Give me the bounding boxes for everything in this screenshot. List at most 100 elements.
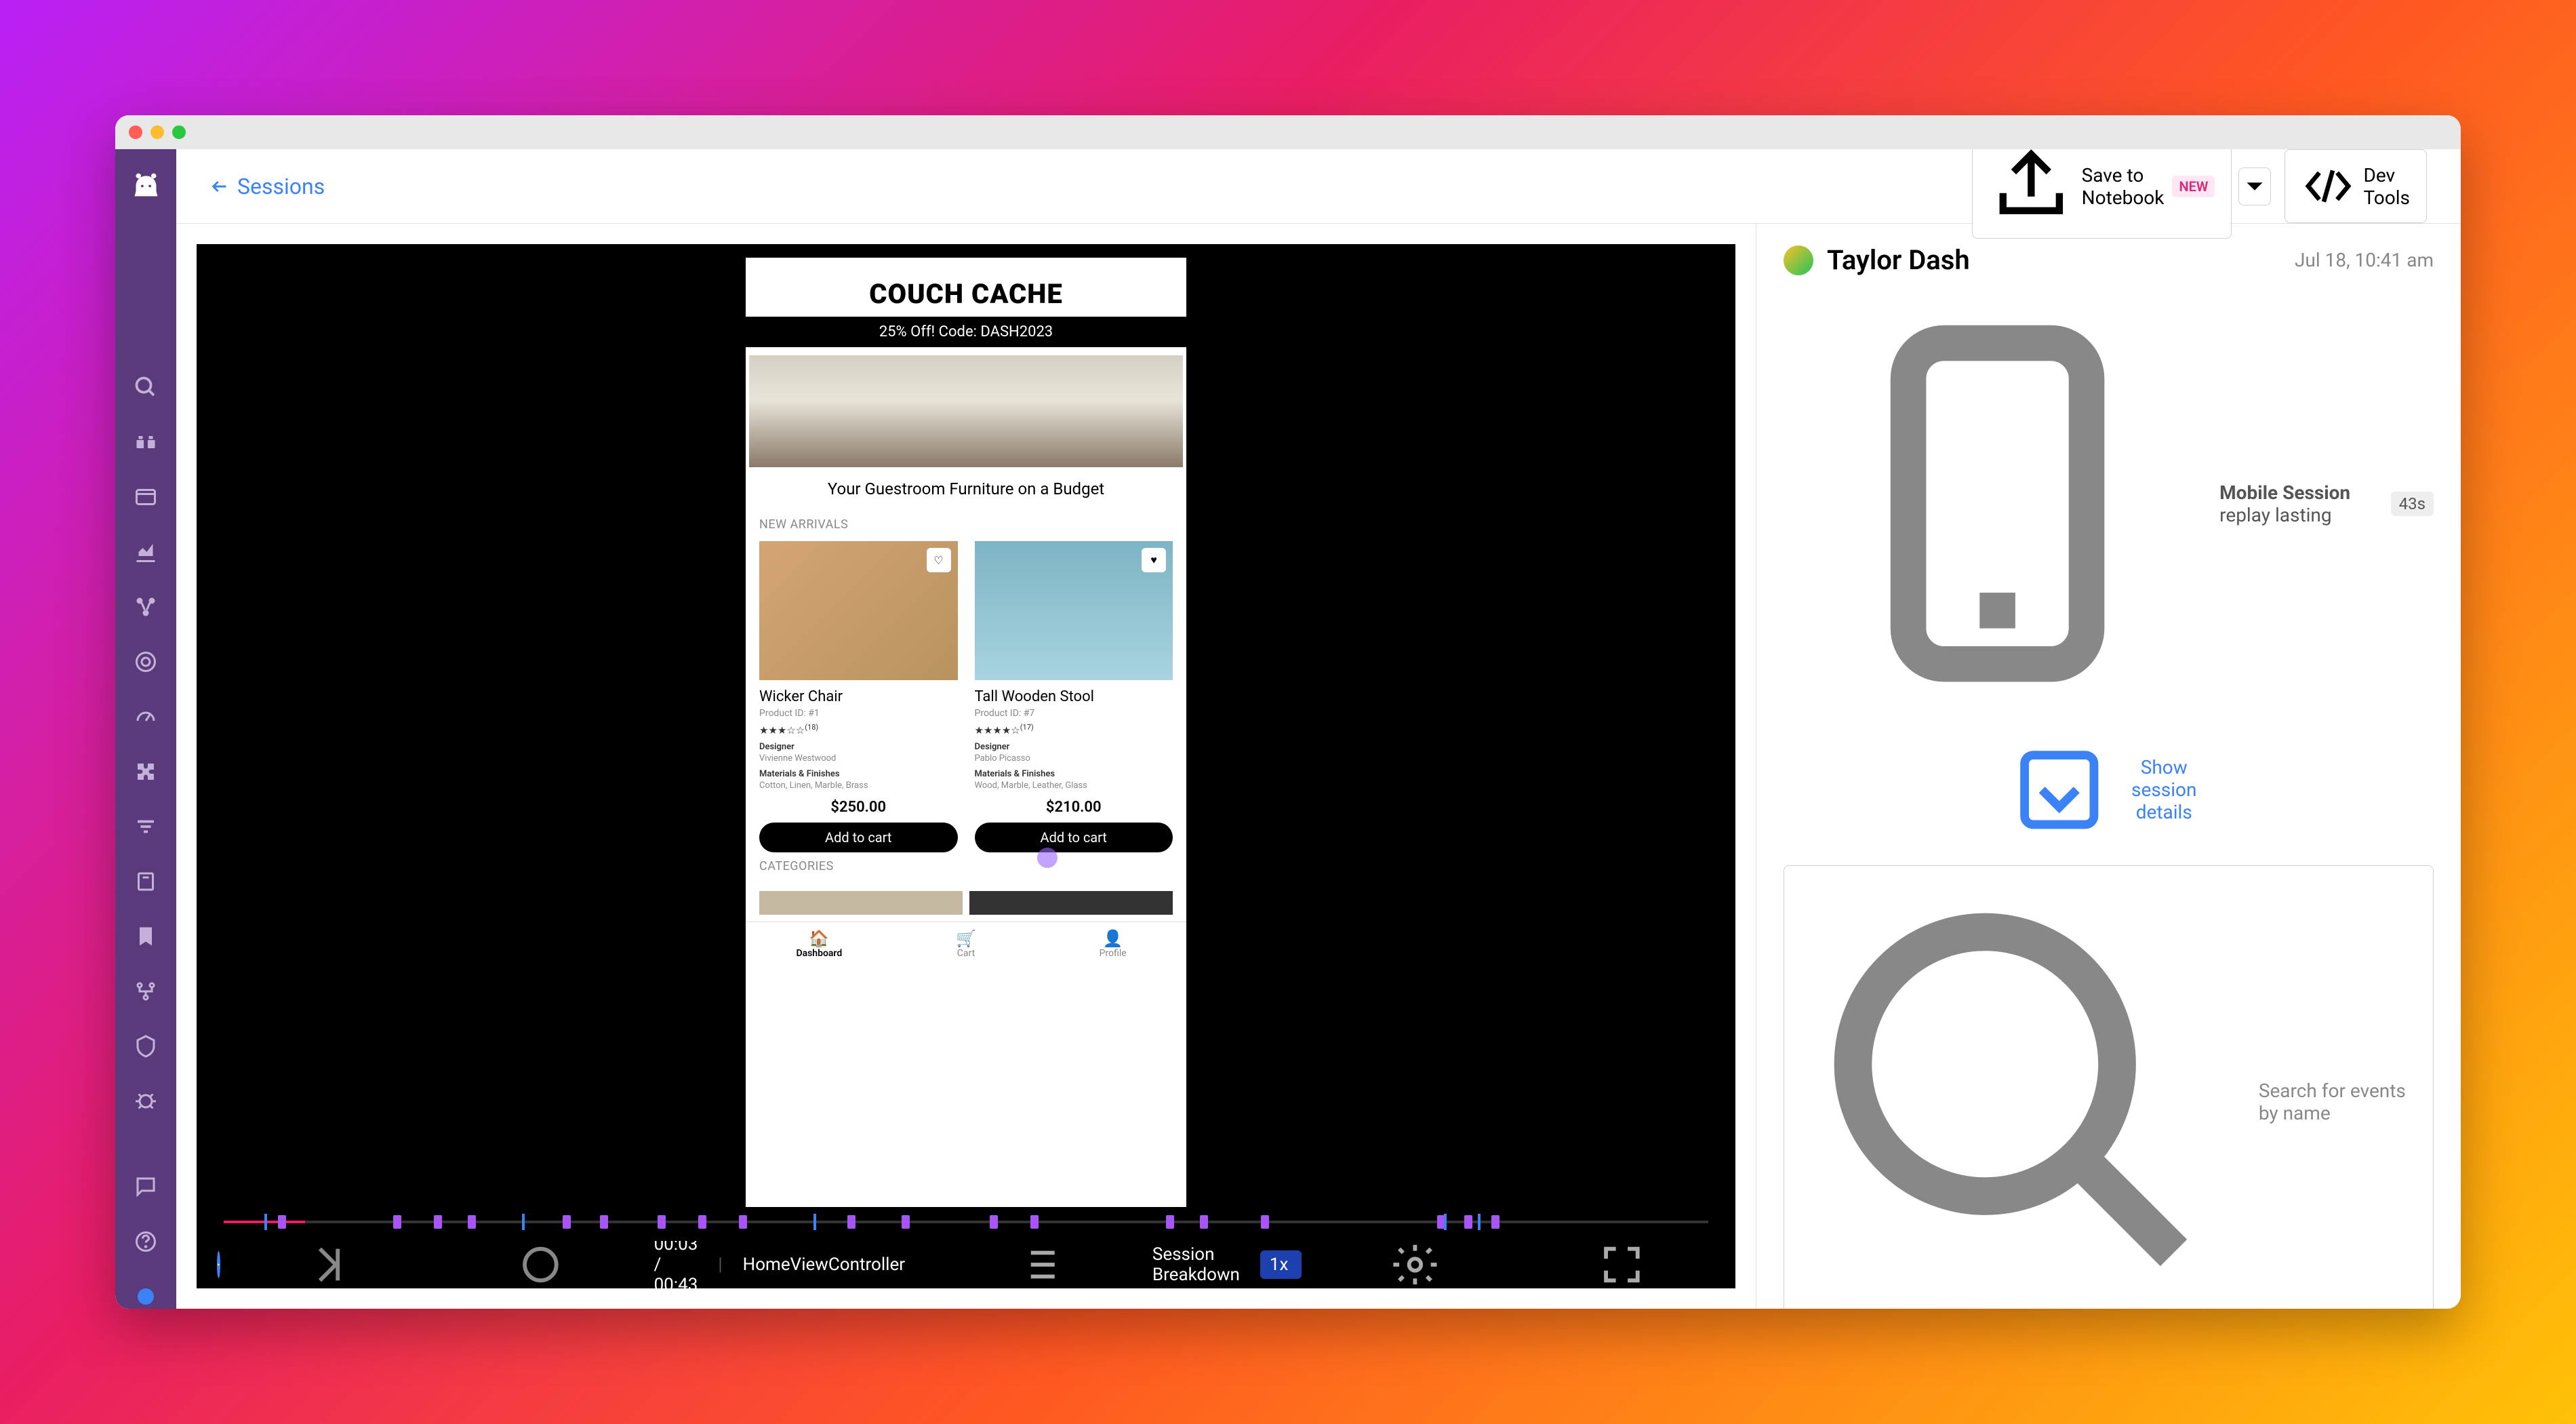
- avatar: [1784, 245, 1813, 275]
- loop-icon[interactable]: [447, 1241, 634, 1288]
- timeline-tick: [813, 1214, 816, 1230]
- phone-screen: COUCH CACHE 25% Off! Code: DASH2023 Your…: [746, 258, 1186, 1207]
- timeline-mark[interactable]: [990, 1215, 998, 1229]
- app-window: Sessions Save to Notebook NEW Dev Tools: [115, 115, 2461, 1309]
- session-date: Jul 18, 10:41 am: [2295, 249, 2434, 271]
- save-dropdown-button[interactable]: [2238, 167, 2271, 205]
- notebook-icon[interactable]: [134, 924, 158, 949]
- favorite-button[interactable]: ♥: [1142, 548, 1166, 572]
- products-row: ♡ Wicker Chair Product ID: #1 ★★★☆☆(18) …: [746, 541, 1186, 852]
- skip-icon[interactable]: [241, 1241, 427, 1288]
- bug-icon[interactable]: [134, 1089, 158, 1113]
- add-to-cart-button[interactable]: Add to cart: [975, 823, 1173, 852]
- chart-icon[interactable]: [134, 540, 158, 564]
- timeline-mark[interactable]: [739, 1215, 747, 1229]
- timeline-mark[interactable]: [658, 1215, 666, 1229]
- timeline-mark[interactable]: [393, 1215, 401, 1229]
- search-icon[interactable]: [134, 375, 158, 399]
- puzzle-icon[interactable]: [134, 759, 158, 784]
- arrow-left-icon: [210, 177, 229, 196]
- save-label: Save to Notebook: [2082, 164, 2165, 209]
- shield-icon[interactable]: [134, 1034, 158, 1059]
- timeline-mark[interactable]: [1491, 1215, 1500, 1229]
- show-details-link[interactable]: Show session details: [2007, 738, 2210, 842]
- maximize-window-button[interactable]: [172, 125, 186, 139]
- timeline-mark[interactable]: [563, 1215, 571, 1229]
- play-icon: [217, 1251, 220, 1278]
- content-area: COUCH CACHE 25% Off! Code: DASH2023 Your…: [176, 224, 2461, 1309]
- product-id: Product ID: #7: [975, 708, 1173, 719]
- gauge-icon[interactable]: [134, 705, 158, 729]
- chat-icon[interactable]: [134, 1174, 158, 1199]
- dashboard-icon[interactable]: [134, 485, 158, 509]
- phone-tab[interactable]: 🏠Dashboard: [746, 922, 893, 966]
- event-search-input[interactable]: Search for events by name: [1784, 865, 2434, 1309]
- player-controls: 00:03 / 00:43 | HomeViewController Sessi…: [197, 1241, 1735, 1288]
- timeline-mark[interactable]: [600, 1215, 608, 1229]
- timeline-mark[interactable]: [1166, 1215, 1174, 1229]
- product-card[interactable]: ♡ Wicker Chair Product ID: #1 ★★★☆☆(18) …: [759, 541, 958, 852]
- breakdown-label[interactable]: Session Breakdown: [1152, 1244, 1240, 1285]
- phone-tab[interactable]: 🛒Cart: [893, 922, 1040, 966]
- flow-icon[interactable]: [134, 979, 158, 1004]
- play-button[interactable]: [217, 1251, 220, 1278]
- timeline-tick: [1478, 1214, 1481, 1230]
- timeline-mark[interactable]: [847, 1215, 856, 1229]
- close-window-button[interactable]: [129, 125, 142, 139]
- fullscreen-icon[interactable]: [1529, 1241, 1715, 1288]
- tab-icon: 🛒: [893, 929, 1040, 948]
- add-to-cart-button[interactable]: Add to cart: [759, 823, 958, 852]
- materials-label: Materials & Finishes: [975, 769, 1173, 779]
- help-icon[interactable]: [134, 1229, 158, 1254]
- product-card[interactable]: ♥ Tall Wooden Stool Product ID: #7 ★★★★☆…: [975, 541, 1173, 852]
- bookmark-icon[interactable]: [134, 869, 158, 894]
- nodes-icon[interactable]: [134, 595, 158, 619]
- app-title: COUCH CACHE: [746, 278, 1186, 310]
- timeline-mark[interactable]: [902, 1215, 910, 1229]
- phone-tab[interactable]: 👤Profile: [1039, 922, 1186, 966]
- duration-badge: 43s: [2391, 492, 2434, 516]
- timeline-mark[interactable]: [434, 1215, 442, 1229]
- timeline-mark[interactable]: [278, 1215, 286, 1229]
- back-to-sessions-link[interactable]: Sessions: [210, 174, 325, 199]
- search-placeholder: Search for events by name: [2259, 1080, 2421, 1124]
- session-text: replay lasting: [2219, 504, 2331, 526]
- app-body: Sessions Save to Notebook NEW Dev Tools: [115, 149, 2461, 1309]
- user-name: Taylor Dash: [1827, 244, 1970, 276]
- binoculars-icon[interactable]: [134, 430, 158, 454]
- active-icon[interactable]: [134, 1284, 158, 1309]
- show-details-label: Show session details: [2118, 756, 2210, 823]
- expand-icon: [2007, 738, 2112, 842]
- filter-icon[interactable]: [134, 814, 158, 839]
- designer-label: Designer: [759, 742, 958, 752]
- product-price: $210.00: [975, 799, 1173, 816]
- product-name: Tall Wooden Stool: [975, 688, 1173, 705]
- gear-icon[interactable]: [1322, 1241, 1508, 1288]
- session-type: Mobile Session: [2219, 481, 2350, 504]
- devtools-label: Dev Tools: [2363, 164, 2410, 209]
- favorite-button[interactable]: ♡: [927, 548, 951, 572]
- player-area: COUCH CACHE 25% Off! Code: DASH2023 Your…: [176, 224, 1756, 1309]
- hero-image: [749, 355, 1183, 467]
- product-image: ♡: [759, 541, 958, 680]
- time-display: 00:03 / 00:43: [654, 1234, 698, 1295]
- dev-tools-button[interactable]: Dev Tools: [2285, 149, 2427, 223]
- details-panel: Taylor Dash Jul 18, 10:41 am Mobile Sess…: [1756, 224, 2461, 1309]
- timeline-mark[interactable]: [468, 1215, 476, 1229]
- product-id: Product ID: #1: [759, 708, 958, 719]
- timeline-mark[interactable]: [1030, 1215, 1039, 1229]
- promo-bar: 25% Off! Code: DASH2023: [746, 317, 1186, 347]
- caret-down-icon: [2239, 168, 2270, 205]
- speed-button[interactable]: 1x: [1260, 1250, 1302, 1279]
- logo-icon[interactable]: [131, 170, 161, 200]
- timeline-mark[interactable]: [1464, 1215, 1472, 1229]
- timeline-mark[interactable]: [1261, 1215, 1269, 1229]
- timeline[interactable]: [197, 1207, 1735, 1241]
- touch-indicator: [1037, 848, 1058, 868]
- product-price: $250.00: [759, 799, 958, 816]
- timeline-mark[interactable]: [1200, 1215, 1208, 1229]
- minimize-window-button[interactable]: [150, 125, 164, 139]
- target-icon[interactable]: [134, 650, 158, 674]
- tab-icon: 👤: [1039, 929, 1186, 948]
- timeline-mark[interactable]: [698, 1215, 706, 1229]
